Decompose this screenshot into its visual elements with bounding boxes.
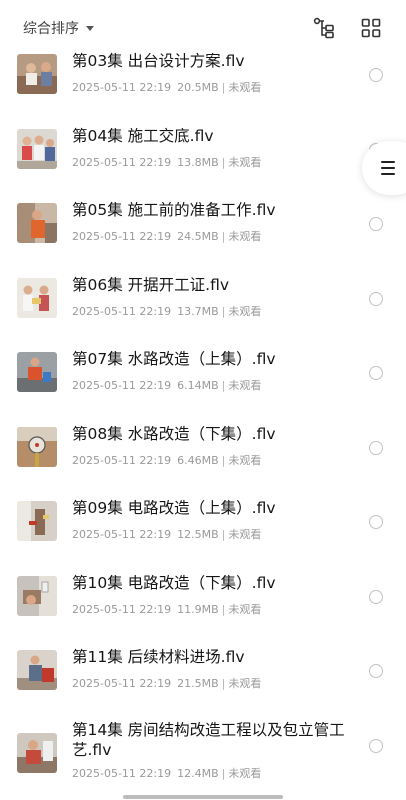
list-item[interactable]: 第11集 后续材料进场.flv 2025-05-11 22:19 21.5MB | 未观… bbox=[0, 632, 406, 707]
radio-circle-icon[interactable] bbox=[369, 738, 383, 753]
video-meta: 2025-05-11 22:19 6.14MB | 未观看 bbox=[72, 377, 261, 393]
list-item[interactable]: 第14集 房间结构改造工程以及包立管工艺.flv 2025-05-11 22:19… bbox=[0, 707, 406, 782]
video-meta: 2025-05-11 22:19 20.5MB | 未观看 bbox=[72, 79, 261, 95]
video-meta: 2025-05-11 22:19 6.46MB | 未观看 bbox=[72, 452, 261, 468]
video-title: 第10集 电路改造（下集）.flv bbox=[72, 573, 276, 592]
watch-status: 未观看 bbox=[228, 155, 262, 169]
video-meta: 2025-05-11 22:19 13.7MB | 未观看 bbox=[72, 303, 261, 319]
meta-divider: | bbox=[221, 766, 226, 780]
video-size: 20.5MB bbox=[177, 81, 219, 94]
video-meta: 2025-05-11 22:19 13.8MB | 未观看 bbox=[72, 154, 261, 170]
list-item[interactable]: 第09集 电路改造（上集）.flv 2025-05-11 22:19 12.5MB |… bbox=[0, 483, 406, 558]
meta-divider: | bbox=[221, 304, 226, 318]
video-size: 24.5MB bbox=[177, 230, 219, 243]
video-thumbnail bbox=[17, 203, 57, 243]
video-title: 第06集 开据开工证.flv bbox=[72, 275, 230, 294]
radio-circle-icon[interactable] bbox=[369, 217, 383, 231]
menu-icon bbox=[381, 161, 395, 179]
video-title: 第08集 水路改造（下集）.flv bbox=[72, 424, 276, 443]
list-item[interactable]: 第08集 水路改造（下集）.flv 2025-05-11 22:19 6.46MB |… bbox=[0, 409, 406, 484]
video-thumbnail bbox=[17, 575, 57, 616]
video-meta: 2025-05-11 22:19 11.9MB | 未观看 bbox=[72, 601, 261, 617]
video-thumbnail bbox=[17, 501, 57, 541]
radio-circle-icon[interactable] bbox=[369, 664, 383, 678]
home-indicator[interactable] bbox=[123, 795, 283, 799]
watch-status: 未观看 bbox=[228, 453, 262, 467]
video-date: 2025-05-11 22:19 bbox=[72, 379, 172, 392]
video-meta: 2025-05-11 22:19 21.5MB | 未观看 bbox=[72, 675, 261, 691]
meta-divider: | bbox=[221, 379, 226, 392]
watch-status: 未观看 bbox=[228, 677, 262, 690]
video-title: 第09集 电路改造（上集）.flv bbox=[72, 499, 276, 517]
meta-divider: | bbox=[221, 453, 226, 467]
video-size: 13.7MB bbox=[177, 304, 219, 318]
meta-divider: | bbox=[221, 677, 226, 690]
video-title: 第04集 施工交底.flv bbox=[72, 126, 214, 145]
top-bar: 综合排序 bbox=[0, 0, 406, 52]
radio-circle-icon[interactable] bbox=[369, 291, 383, 306]
radio-circle-icon[interactable] bbox=[369, 366, 383, 380]
tree-view-icon[interactable] bbox=[312, 16, 336, 40]
video-size: 12.4MB bbox=[177, 766, 219, 780]
grid-view-icon[interactable] bbox=[359, 16, 383, 40]
video-thumbnail bbox=[17, 352, 57, 392]
sort-dropdown[interactable]: 综合排序 bbox=[23, 18, 94, 38]
video-date: 2025-05-11 22:19 bbox=[72, 677, 172, 690]
meta-divider: | bbox=[221, 528, 226, 541]
watch-status: 未观看 bbox=[228, 304, 262, 318]
video-title: 第05集 施工前的准备工作.flv bbox=[72, 201, 276, 219]
video-meta: 2025-05-11 22:19 12.5MB | 未观看 bbox=[72, 526, 261, 542]
video-thumbnail bbox=[17, 650, 57, 690]
radio-circle-icon[interactable] bbox=[369, 68, 383, 82]
meta-divider: | bbox=[221, 230, 226, 243]
video-list: 第03集 出台设计方案.flv 2025-05-11 22:19 20.5MB | 未观… bbox=[0, 36, 406, 781]
video-size: 12.5MB bbox=[177, 528, 219, 541]
meta-divider: | bbox=[221, 81, 226, 94]
video-date: 2025-05-11 22:19 bbox=[72, 453, 172, 467]
video-thumbnail bbox=[17, 277, 57, 318]
watch-status: 未观看 bbox=[228, 379, 262, 392]
watch-status: 未观看 bbox=[228, 766, 262, 780]
video-size: 11.9MB bbox=[177, 602, 219, 616]
list-item[interactable]: 第04集 施工交底.flv 2025-05-11 22:19 13.8MB | 未观看 bbox=[0, 111, 406, 186]
watch-status: 未观看 bbox=[228, 230, 262, 243]
video-thumbnail bbox=[17, 732, 57, 773]
video-title: 第11集 后续材料进场.flv bbox=[72, 648, 245, 666]
video-meta: 2025-05-11 22:19 24.5MB | 未观看 bbox=[72, 228, 261, 244]
video-size: 13.8MB bbox=[177, 155, 219, 169]
video-title: 第03集 出台设计方案.flv bbox=[72, 52, 245, 70]
watch-status: 未观看 bbox=[228, 81, 262, 94]
radio-circle-icon[interactable] bbox=[369, 589, 383, 604]
video-title: 第07集 水路改造（上集）.flv bbox=[72, 350, 276, 368]
video-date: 2025-05-11 22:19 bbox=[72, 81, 172, 94]
video-title: 第14集 房间结构改造工程以及包立管工艺.flv bbox=[72, 720, 345, 759]
watch-status: 未观看 bbox=[228, 602, 262, 616]
video-thumbnail bbox=[17, 128, 57, 169]
watch-status: 未观看 bbox=[228, 528, 262, 541]
video-date: 2025-05-11 22:19 bbox=[72, 766, 172, 780]
video-size: 21.5MB bbox=[177, 677, 219, 690]
list-item[interactable]: 第07集 水路改造（上集）.flv 2025-05-11 22:19 6.14MB |… bbox=[0, 334, 406, 409]
video-thumbnail bbox=[17, 426, 57, 467]
radio-circle-icon[interactable] bbox=[369, 515, 383, 529]
list-item[interactable]: 第10集 电路改造（下集）.flv 2025-05-11 22:19 11.9MB |… bbox=[0, 558, 406, 633]
video-size: 6.14MB bbox=[177, 379, 219, 392]
video-file-list-screen: 综合排序 第03集 出台设计方案.flv 2025-05-11 22:19 20.5… bbox=[0, 0, 406, 800]
video-size: 6.46MB bbox=[177, 453, 219, 467]
list-item[interactable]: 第05集 施工前的准备工作.flv 2025-05-11 22:19 24.5MB |… bbox=[0, 185, 406, 260]
video-date: 2025-05-11 22:19 bbox=[72, 528, 172, 541]
caret-down-icon bbox=[86, 26, 94, 31]
meta-divider: | bbox=[221, 602, 226, 616]
video-date: 2025-05-11 22:19 bbox=[72, 602, 172, 616]
meta-divider: | bbox=[221, 155, 226, 169]
video-date: 2025-05-11 22:19 bbox=[72, 230, 172, 243]
list-item[interactable]: 第06集 开据开工证.flv 2025-05-11 22:19 13.7MB | 未观看 bbox=[0, 260, 406, 335]
video-thumbnail bbox=[17, 54, 57, 94]
radio-circle-icon[interactable] bbox=[369, 440, 383, 455]
video-meta: 2025-05-11 22:19 12.4MB | 未观看 bbox=[72, 765, 261, 781]
video-date: 2025-05-11 22:19 bbox=[72, 304, 172, 318]
video-date: 2025-05-11 22:19 bbox=[72, 155, 172, 169]
sort-label: 综合排序 bbox=[23, 21, 79, 37]
